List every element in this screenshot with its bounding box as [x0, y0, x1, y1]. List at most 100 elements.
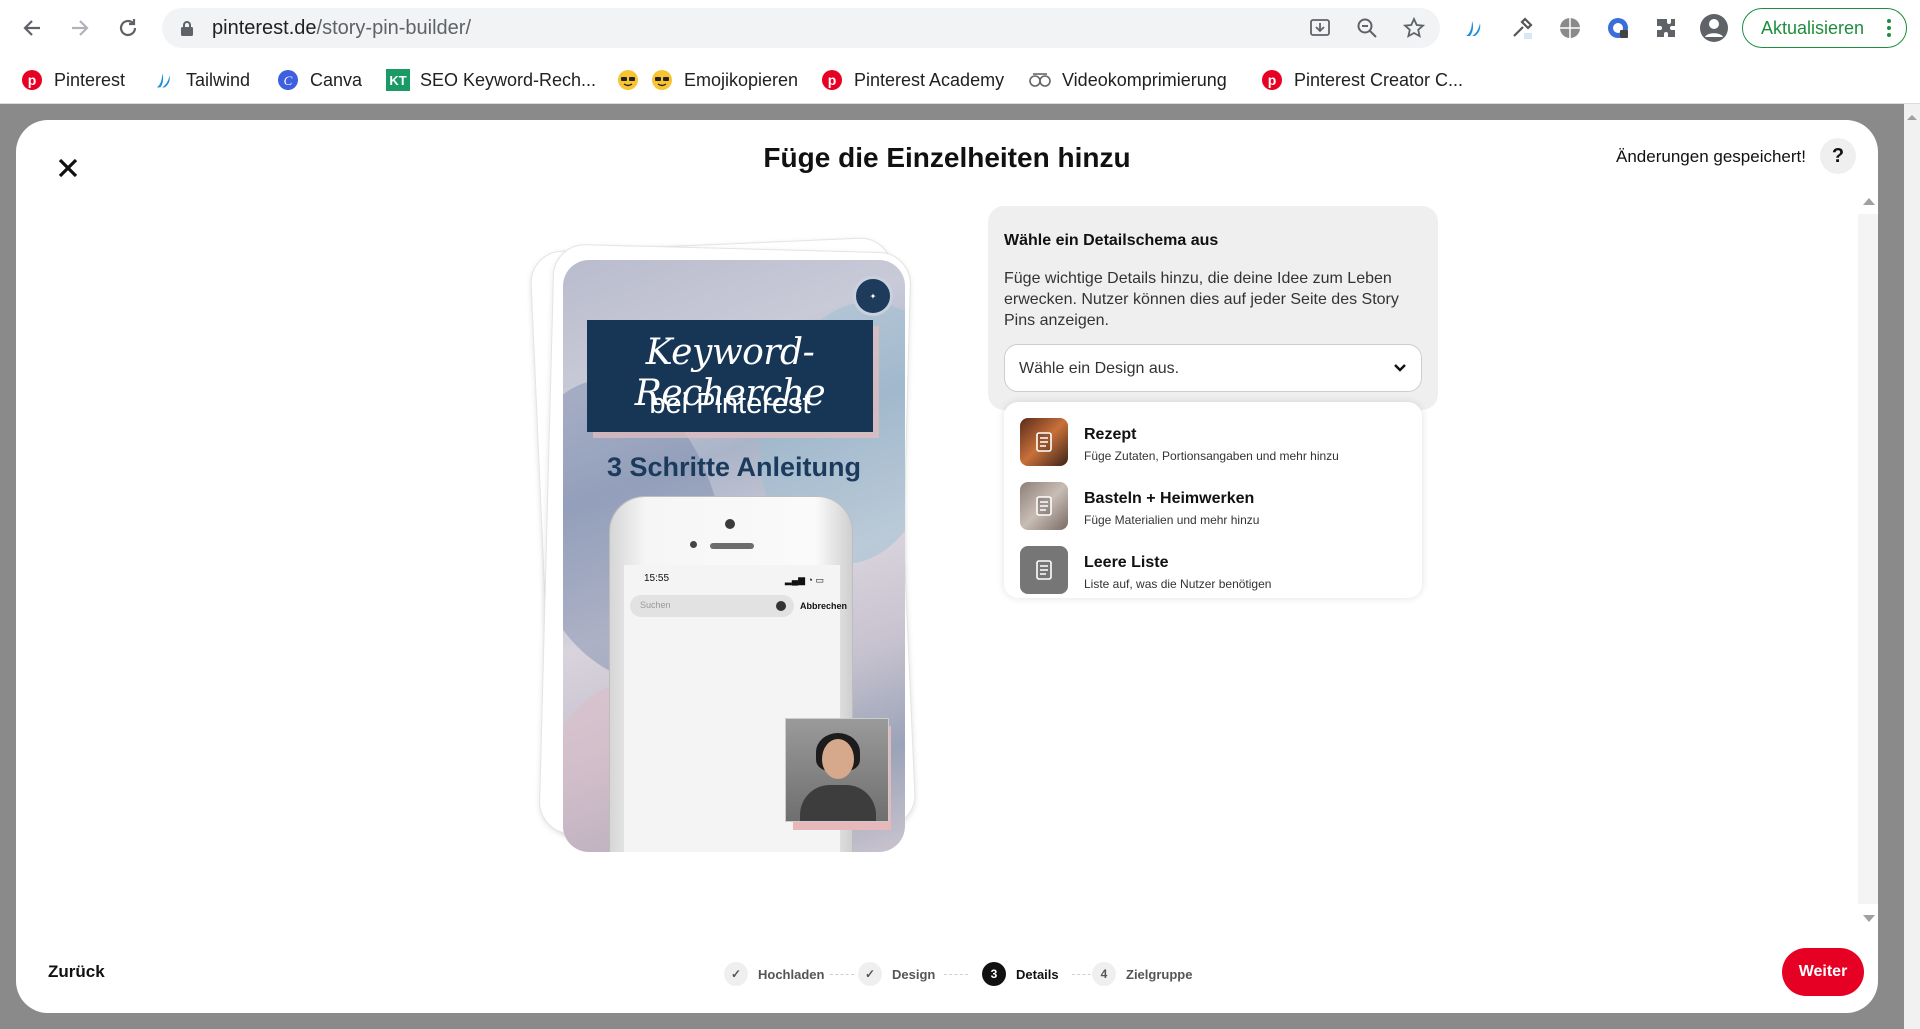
- step-details[interactable]: 3 Details: [982, 960, 1059, 988]
- tailwind-icon: [152, 68, 176, 92]
- lock-icon[interactable]: [180, 20, 194, 41]
- step-zielgruppe[interactable]: 4 Zielgruppe: [1092, 960, 1192, 988]
- bookmark-label: Canva: [310, 69, 363, 90]
- phone-sensor: [690, 541, 697, 548]
- option-description: Liste auf, was die Nutzer benötigen: [1084, 577, 1272, 591]
- bookmark-label: Tailwind: [186, 69, 251, 90]
- bookmark-emojikopieren[interactable]: Emojikopieren: [616, 64, 798, 96]
- svg-text:p: p: [828, 72, 837, 88]
- bookmark-label: Pinterest Academy: [854, 69, 1005, 90]
- select-placeholder: Wähle ein Design aus.: [1019, 360, 1180, 377]
- step-label: Hochladen: [758, 966, 825, 982]
- phone-time: 15:55: [644, 573, 670, 584]
- detail-schema-panel: Wähle ein Detailschema aus Füge wichtige…: [988, 206, 1438, 410]
- zoom-out-icon[interactable]: [1355, 16, 1379, 40]
- step-label: Zielgruppe: [1126, 966, 1193, 982]
- bookmark-pinterest-academy[interactable]: p Pinterest Academy: [820, 64, 1004, 96]
- preview-steps-text: 3 Schritte Anleitung: [606, 452, 862, 482]
- option-rezept[interactable]: Rezept Füge Zutaten, Portionsangaben und…: [1004, 414, 1422, 478]
- checkmark-icon: ✓: [724, 962, 748, 986]
- svg-text:p: p: [1268, 72, 1277, 88]
- step-connector: [830, 974, 854, 975]
- scroll-down-arrow-icon[interactable]: [1863, 915, 1875, 922]
- update-button[interactable]: Aktualisieren: [1742, 8, 1907, 48]
- phone-camera: [725, 519, 735, 529]
- bookmarks-bar: p Pinterest Tailwind C Canva KT SEO Keyw…: [0, 56, 1920, 104]
- eyedropper-extension-icon[interactable]: [1506, 12, 1538, 44]
- step-connector: [944, 974, 968, 975]
- step-number: 3: [982, 962, 1006, 986]
- extensions-puzzle-icon[interactable]: [1650, 12, 1682, 44]
- reload-icon[interactable]: [112, 12, 144, 44]
- phone-cancel: Abbrechen: [800, 601, 848, 611]
- phone-search-bar: Suchen: [630, 595, 794, 617]
- saved-status: Änderungen gespeichert!: [1616, 147, 1806, 166]
- next-button[interactable]: Weiter: [1782, 948, 1864, 996]
- update-label: Aktualisieren: [1761, 17, 1865, 38]
- design-select[interactable]: Wähle ein Design aus.: [1004, 344, 1422, 392]
- sunglasses-emoji-icon: [616, 68, 640, 92]
- document-icon: [1020, 418, 1068, 466]
- phone-search-placeholder: Suchen: [640, 600, 671, 610]
- document-icon: [1020, 546, 1068, 594]
- preview-subtitle: bei Pinterest: [649, 388, 811, 420]
- step-number: 4: [1092, 962, 1116, 986]
- forward-arrow-icon[interactable]: [64, 12, 96, 44]
- pinterest-icon: p: [20, 68, 44, 92]
- scroll-track[interactable]: [1858, 214, 1878, 904]
- password-extension-icon[interactable]: [1602, 12, 1634, 44]
- option-basteln-heimwerken[interactable]: Basteln + Heimwerken Füge Materialien un…: [1004, 478, 1422, 542]
- pinterest-icon: p: [1260, 68, 1284, 92]
- bookmark-tailwind[interactable]: Tailwind: [152, 64, 250, 96]
- option-name: Basteln + Heimwerken: [1084, 490, 1255, 507]
- panel-description: Füge wichtige Details hinzu, die deine I…: [1004, 270, 1399, 329]
- svg-text:p: p: [28, 72, 37, 88]
- bookmark-pinterest[interactable]: p Pinterest: [20, 64, 125, 96]
- address-bar[interactable]: pinterest.de/story-pin-builder/: [162, 8, 1440, 48]
- back-arrow-icon[interactable]: [16, 12, 48, 44]
- more-menu-icon[interactable]: [1886, 17, 1892, 44]
- browser-toolbar: pinterest.de/story-pin-builder/ Aktualis…: [0, 0, 1920, 56]
- bookmark-label: Emojikopieren: [684, 69, 799, 90]
- option-description: Füge Zutaten, Portionsangaben und mehr h…: [1084, 449, 1339, 463]
- creator-photo: [785, 718, 889, 822]
- checkmark-icon: ✓: [858, 962, 882, 986]
- step-label: Details: [1016, 966, 1059, 982]
- option-description: Füge Materialien und mehr hinzu: [1084, 513, 1260, 527]
- option-leere-liste[interactable]: Leere Liste Liste auf, was die Nutzer be…: [1004, 542, 1422, 606]
- document-icon: [1020, 482, 1068, 530]
- story-pin-preview[interactable]: ✦ Keyword-Recherche bei Pinterest 3 Schr…: [563, 260, 905, 852]
- modal-title: Füge die Einzelheiten hinzu: [763, 142, 1131, 173]
- back-button[interactable]: Zurück: [48, 962, 105, 982]
- page-scrollbar[interactable]: [1904, 104, 1920, 1029]
- video-icon: [1028, 68, 1052, 92]
- tailwind-extension-icon[interactable]: [1458, 12, 1490, 44]
- photo-body: [800, 785, 876, 821]
- globe-extension-icon[interactable]: [1554, 12, 1586, 44]
- bookmark-label: Videokomprimierung: [1062, 69, 1227, 90]
- bookmark-canva[interactable]: C Canva: [276, 64, 362, 96]
- svg-text:KT: KT: [389, 73, 406, 88]
- bookmark-videokomprimierung[interactable]: Videokomprimierung: [1028, 64, 1227, 96]
- option-name: Leere Liste: [1084, 554, 1169, 571]
- bookmark-label: SEO Keyword-Rech...: [420, 69, 597, 90]
- step-label: Design: [892, 966, 936, 982]
- profile-avatar-icon[interactable]: [1698, 12, 1730, 44]
- chevron-down-icon[interactable]: [1393, 361, 1407, 380]
- step-hochladen[interactable]: ✓ Hochladen: [724, 960, 824, 988]
- bookmark-pinterest-creator[interactable]: p Pinterest Creator C...: [1260, 64, 1463, 96]
- bookmark-seo-keyword[interactable]: KT SEO Keyword-Rech...: [386, 64, 596, 96]
- phone-status-icons: ▂▄▆ ◔ ▭: [784, 575, 824, 585]
- content-scrollbar[interactable]: [1858, 190, 1878, 928]
- bookmark-star-icon[interactable]: [1402, 16, 1426, 40]
- brand-seal-logo: ✦: [853, 276, 893, 316]
- url-text[interactable]: pinterest.de/story-pin-builder/: [212, 17, 471, 40]
- scroll-up-arrow-icon[interactable]: [1863, 198, 1875, 205]
- design-dropdown-menu: Rezept Füge Zutaten, Portionsangaben und…: [1004, 402, 1422, 598]
- sunglasses-emoji-icon: [650, 68, 674, 92]
- install-icon[interactable]: [1308, 16, 1332, 40]
- panel-title: Wähle ein Detailschema aus: [1004, 232, 1219, 249]
- kt-icon: KT: [386, 68, 410, 92]
- step-design[interactable]: ✓ Design: [858, 960, 935, 988]
- help-button[interactable]: ?: [1820, 138, 1856, 174]
